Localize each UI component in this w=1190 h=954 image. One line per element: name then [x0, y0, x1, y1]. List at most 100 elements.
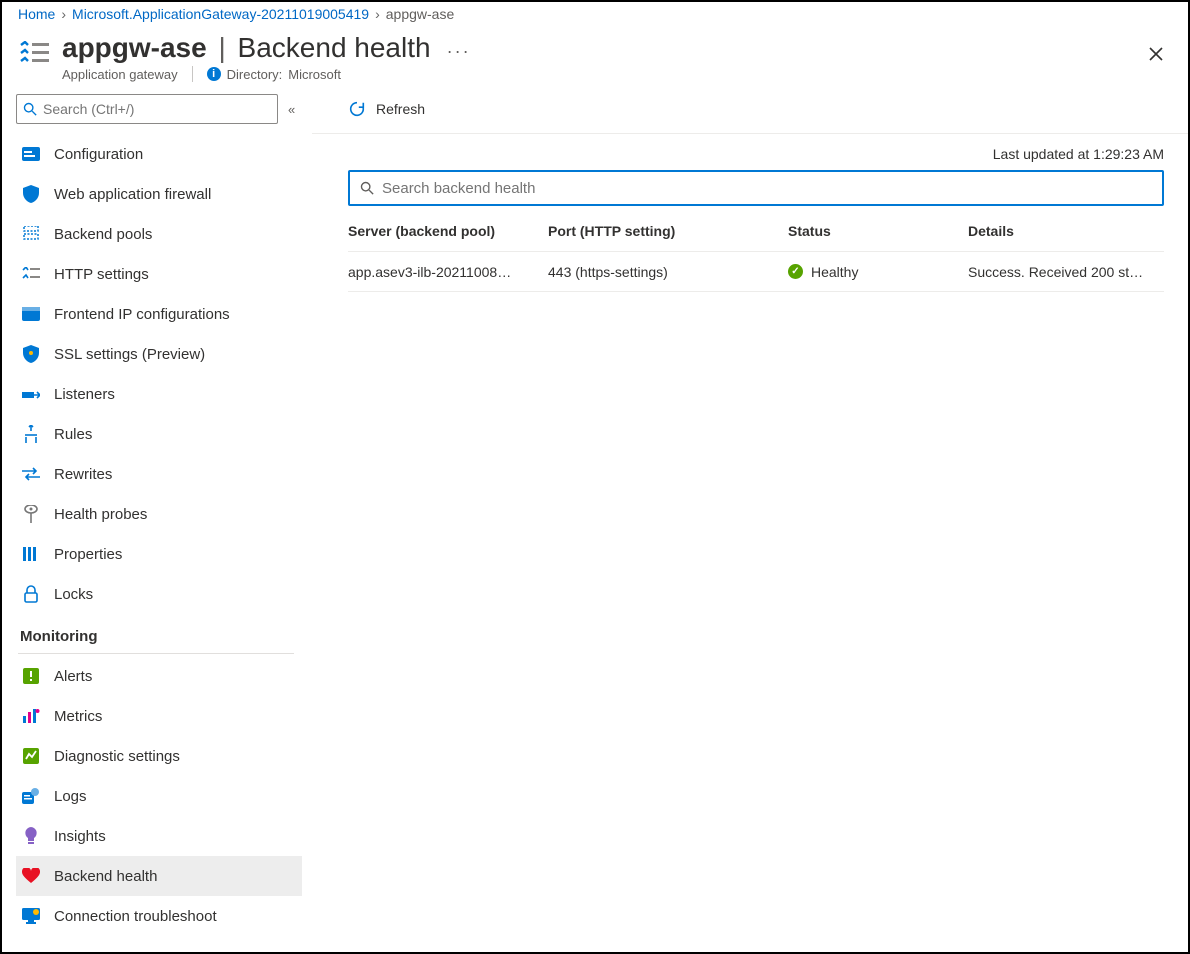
lock-icon: [22, 585, 40, 603]
directory-label: Directory:: [227, 67, 283, 82]
monitor-icon: [22, 907, 40, 925]
listener-icon: [22, 385, 40, 403]
properties-icon: [22, 545, 40, 563]
diag-icon: [22, 747, 40, 765]
backend-health-search[interactable]: [348, 170, 1164, 206]
sidebar-item-label: Rewrites: [54, 466, 112, 483]
last-updated-text: Last updated at 1:29:23 AM: [312, 134, 1188, 170]
status-ok-icon: ✓: [788, 264, 803, 279]
sidebar-item-label: Health probes: [54, 506, 147, 523]
sidebar-search[interactable]: [16, 94, 278, 124]
sidebar-item-label: HTTP settings: [54, 266, 149, 283]
more-actions-button[interactable]: ···: [447, 41, 471, 62]
page-header: appgw-ase | Backend health ··· Applicati…: [2, 26, 1188, 90]
sidebar-item-label: Insights: [54, 828, 106, 845]
sidebar-item-label: Locks: [54, 586, 93, 603]
cell-status: ✓ Healthy: [788, 264, 968, 280]
sidebar-item-backend-pools[interactable]: Backend pools: [16, 214, 302, 254]
sidebar-item-label: Frontend IP configurations: [54, 306, 230, 323]
sidebar-item-label: Backend pools: [54, 226, 152, 243]
close-button[interactable]: [1140, 38, 1172, 70]
sidebar-item-health-probes[interactable]: Health probes: [16, 494, 302, 534]
table-row[interactable]: app.asev3-ilb-20211008…443 (https-settin…: [348, 252, 1164, 292]
breadcrumb-sep: ›: [61, 6, 66, 22]
sidebar-item-label: SSL settings (Preview): [54, 346, 205, 363]
breadcrumb-current: appgw-ase: [386, 6, 455, 22]
alert-icon: [22, 667, 40, 685]
sidebar-item-rewrites[interactable]: Rewrites: [16, 454, 302, 494]
search-icon: [23, 102, 37, 116]
sidebar-item-label: Logs: [54, 788, 87, 805]
sidebar-item-rules[interactable]: Rules: [16, 414, 302, 454]
probe-icon: [22, 505, 40, 523]
refresh-label: Refresh: [376, 101, 425, 117]
sidebar-item-label: Web application firewall: [54, 186, 211, 203]
collapse-sidebar-button[interactable]: «: [288, 102, 295, 117]
resource-type-label: Application gateway: [62, 67, 178, 82]
settings-card-icon: [22, 145, 40, 163]
insights-icon: [22, 827, 40, 845]
table-header-row: Server (backend pool) Port (HTTP setting…: [348, 210, 1164, 252]
sidebar-item-listeners[interactable]: Listeners: [16, 374, 302, 414]
info-icon: i: [207, 67, 221, 81]
pool-icon: [22, 225, 40, 243]
group-divider: [18, 653, 294, 654]
search-icon: [360, 181, 374, 195]
page-title: Backend health: [238, 32, 431, 64]
title-separator: |: [211, 32, 234, 64]
sidebar-item-label: Diagnostic settings: [54, 748, 180, 765]
col-header-status[interactable]: Status: [788, 223, 968, 239]
rewrite-icon: [22, 465, 40, 483]
col-header-port[interactable]: Port (HTTP setting): [548, 223, 788, 239]
sidebar-item-http-settings[interactable]: HTTP settings: [16, 254, 302, 294]
sidebar-item-ssl-settings[interactable]: SSL settings (Preview): [16, 334, 302, 374]
directory-value: Microsoft: [288, 67, 341, 82]
breadcrumb-sep: ›: [375, 6, 380, 22]
resource-type-icon: [18, 38, 50, 70]
toolbar: Refresh: [312, 90, 1188, 134]
sidebar-item-label: Configuration: [54, 146, 143, 163]
sidebar: « Configuration Web application firewall B…: [2, 90, 312, 952]
rules-icon: [22, 425, 40, 443]
sidebar-item-alerts[interactable]: Alerts: [16, 656, 302, 696]
refresh-button[interactable]: Refresh: [348, 100, 425, 118]
sidebar-item-metrics[interactable]: Metrics: [16, 696, 302, 736]
sidebar-item-connection-troubleshoot[interactable]: Connection troubleshoot: [16, 896, 302, 936]
cell-details: Success. Received 200 st…: [968, 264, 1164, 280]
resource-name: appgw-ase: [62, 32, 207, 64]
sidebar-item-locks[interactable]: Locks: [16, 574, 302, 614]
subtitle-divider: [192, 66, 193, 82]
sidebar-item-waf[interactable]: Web application firewall: [16, 174, 302, 214]
sidebar-item-configuration[interactable]: Configuration: [16, 134, 302, 174]
sidebar-item-logs[interactable]: Logs: [16, 776, 302, 816]
logs-icon: [22, 787, 40, 805]
sidebar-item-diagnostic-settings[interactable]: Diagnostic settings: [16, 736, 302, 776]
status-text: Healthy: [811, 264, 858, 280]
sidebar-item-label: Metrics: [54, 708, 102, 725]
breadcrumb: Home › Microsoft.ApplicationGateway-2021…: [2, 2, 1188, 26]
breadcrumb-rg[interactable]: Microsoft.ApplicationGateway-20211019005…: [72, 6, 369, 22]
sidebar-item-frontend-ip[interactable]: Frontend IP configurations: [16, 294, 302, 334]
sidebar-item-backend-health[interactable]: Backend health: [16, 856, 302, 896]
backend-health-table: Server (backend pool) Port (HTTP setting…: [348, 210, 1164, 292]
http-list-icon: [22, 265, 40, 283]
nav-group-monitoring: Monitoring: [16, 614, 294, 653]
shield-icon: [22, 185, 40, 203]
sidebar-search-input[interactable]: [43, 101, 271, 117]
sidebar-item-insights[interactable]: Insights: [16, 816, 302, 856]
refresh-icon: [348, 100, 366, 118]
sidebar-nav[interactable]: Configuration Web application firewall Bac…: [16, 134, 312, 952]
col-header-server[interactable]: Server (backend pool): [348, 223, 548, 239]
metrics-icon: [22, 707, 40, 725]
backend-health-search-input[interactable]: [382, 180, 1152, 197]
col-header-details[interactable]: Details: [968, 223, 1164, 239]
cell-port: 443 (https-settings): [548, 264, 788, 280]
sidebar-item-properties[interactable]: Properties: [16, 534, 302, 574]
shield-lock-icon: [22, 345, 40, 363]
sidebar-item-label: Alerts: [54, 668, 92, 685]
heart-icon: [22, 867, 40, 885]
sidebar-item-label: Rules: [54, 426, 92, 443]
breadcrumb-home[interactable]: Home: [18, 6, 55, 22]
sidebar-item-label: Backend health: [54, 868, 157, 885]
sidebar-item-label: Connection troubleshoot: [54, 908, 217, 925]
